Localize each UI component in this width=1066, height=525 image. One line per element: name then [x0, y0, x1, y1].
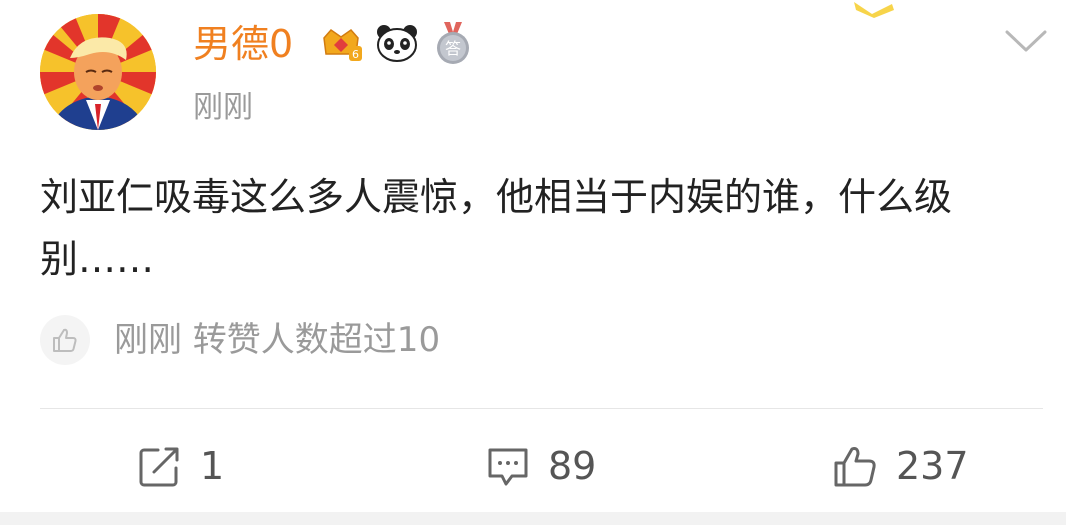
- like-button[interactable]: 237: [832, 438, 969, 494]
- comment-icon: [488, 448, 528, 486]
- svg-text:6: 6: [352, 48, 359, 61]
- divider: [40, 408, 1043, 409]
- bottom-separator: [0, 512, 1066, 525]
- sticker-fragment-icon: [854, 2, 894, 18]
- repost-button[interactable]: 1: [138, 438, 224, 494]
- thumb-up-icon: [834, 447, 876, 487]
- like-note-text: 刚刚 转赞人数超过10: [114, 320, 441, 360]
- svg-text:答: 答: [445, 39, 461, 58]
- crown-level-icon[interactable]: 6: [318, 20, 364, 66]
- answer-medal-icon[interactable]: 答: [430, 20, 476, 66]
- comment-button[interactable]: 89: [486, 438, 596, 494]
- thumb-up-small-icon[interactable]: [40, 315, 90, 365]
- panda-icon[interactable]: [374, 20, 420, 66]
- chevron-down-icon[interactable]: [1004, 28, 1048, 54]
- user-badges: 6 答: [318, 20, 476, 66]
- repost-count: 1: [200, 444, 225, 488]
- repost-icon: [139, 447, 179, 487]
- post-time: 刚刚: [193, 90, 253, 125]
- username[interactable]: 男德0: [193, 18, 293, 70]
- post-content: 刘亚仁吸毒这么多人震惊，他相当于内娱的谁，什么级别……: [40, 175, 953, 281]
- like-note-row: 刚刚 转赞人数超过10: [40, 312, 440, 368]
- like-count: 237: [896, 444, 969, 488]
- user-avatar[interactable]: [40, 14, 156, 130]
- comment-count: 89: [548, 444, 597, 488]
